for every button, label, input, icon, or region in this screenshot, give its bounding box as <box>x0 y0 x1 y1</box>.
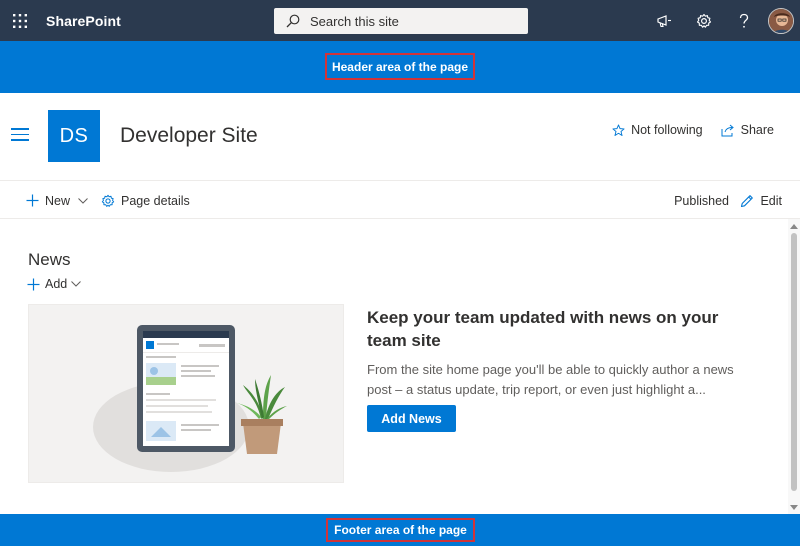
hamburger-menu-icon[interactable] <box>11 128 31 144</box>
chevron-down-icon <box>78 197 88 204</box>
search-box[interactable]: Search this site <box>274 8 528 34</box>
pencil-icon <box>740 194 754 208</box>
promo-description: From the site home page you'll be able t… <box>367 362 734 397</box>
page-details-button[interactable]: Page details <box>101 182 190 219</box>
publish-status: Published <box>674 193 729 208</box>
page-details-label: Page details <box>121 193 190 208</box>
share-label: Share <box>740 123 774 137</box>
new-label: New <box>45 193 71 208</box>
waffle-icon[interactable] <box>0 0 40 41</box>
new-button[interactable]: New <box>26 182 88 219</box>
gear-icon[interactable] <box>684 0 724 41</box>
scroll-up-arrow-icon[interactable] <box>790 222 798 230</box>
vertical-scrollbar[interactable] <box>788 219 800 514</box>
plus-icon <box>27 278 40 291</box>
add-news-menu[interactable]: Add <box>27 277 82 291</box>
share-icon <box>721 124 735 137</box>
footer-callout: Footer area of the page <box>326 518 475 542</box>
help-icon[interactable] <box>724 0 764 41</box>
site-header: DS Developer Site Not following Share <box>0 93 800 181</box>
scroll-thumb[interactable] <box>791 233 797 491</box>
star-icon <box>612 123 625 137</box>
header-callout: Header area of the page <box>325 53 475 80</box>
header-placeholder: Header area of the page <box>0 41 800 93</box>
footer-placeholder: Footer area of the page <box>0 514 800 546</box>
add-label: Add <box>45 277 68 291</box>
search-placeholder: Search this site <box>310 13 399 29</box>
app-name[interactable]: SharePoint <box>46 13 121 29</box>
add-news-button[interactable]: Add News <box>367 405 456 432</box>
news-illustration <box>28 304 344 483</box>
suite-bar: SharePoint Search this site <box>0 0 800 41</box>
follow-label: Not following <box>631 123 703 137</box>
follow-button[interactable]: Not following <box>612 123 703 137</box>
avatar[interactable] <box>768 7 794 34</box>
edit-label: Edit <box>760 193 782 208</box>
site-logo[interactable]: DS <box>48 110 100 162</box>
plus-icon <box>26 194 39 207</box>
site-title[interactable]: Developer Site <box>120 124 258 148</box>
search-icon <box>286 13 302 29</box>
page-content: News Add Keep your team updated with new… <box>0 219 800 514</box>
gear-icon <box>101 194 115 208</box>
chevron-down-icon <box>71 281 82 287</box>
promo-title: Keep your team updated with news on your… <box>367 308 719 350</box>
megaphone-icon[interactable] <box>644 0 684 41</box>
share-button[interactable]: Share <box>721 123 774 137</box>
news-heading: News <box>28 250 71 269</box>
command-bar: New Page details Published Edit <box>0 182 800 219</box>
edit-button[interactable]: Edit <box>740 182 782 219</box>
scroll-down-arrow-icon[interactable] <box>790 503 798 511</box>
